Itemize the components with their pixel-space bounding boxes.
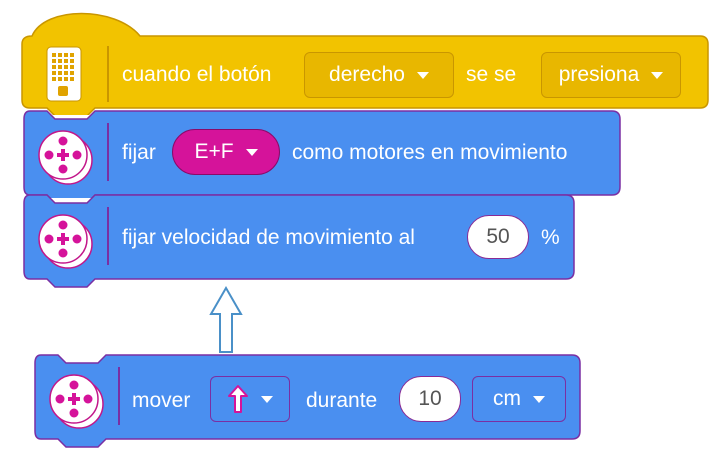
event-connector-text: se se — [466, 63, 517, 86]
arrow-up-outline-icon — [209, 285, 243, 354]
move-block[interactable]: mover durante 10 cm — [0, 352, 721, 452]
set-speed-block[interactable]: fijar velocidad de movimiento al 50 % — [0, 192, 721, 292]
block-separator — [107, 46, 109, 102]
unit-value: cm — [493, 387, 521, 410]
chevron-down-icon — [533, 395, 545, 403]
button-action-dropdown[interactable]: presiona — [541, 52, 681, 98]
motor-pair-icon — [47, 372, 109, 430]
event-block[interactable]: cuando el botón derecho se se presiona — [0, 0, 721, 115]
arrow-up-icon — [227, 384, 249, 414]
speed-value: 50 — [486, 225, 510, 248]
move-label: mover — [132, 389, 191, 412]
for-label: durante — [306, 389, 378, 412]
unit-dropdown[interactable]: cm — [472, 376, 566, 422]
button-action-value: presiona — [558, 63, 640, 86]
motor-pair-icon — [36, 212, 98, 270]
speed-unit: % — [541, 226, 560, 249]
direction-dropdown[interactable] — [210, 376, 290, 422]
set-motors-label: fijar — [122, 141, 156, 164]
chevron-down-icon — [245, 148, 258, 156]
button-side-dropdown[interactable]: derecho — [304, 52, 454, 98]
chevron-down-icon — [416, 71, 429, 79]
chevron-down-icon — [261, 395, 273, 403]
distance-input[interactable]: 10 — [399, 376, 461, 422]
set-speed-label: fijar velocidad de movimiento al — [122, 226, 415, 249]
chevron-down-icon — [651, 71, 664, 79]
motor-pair-icon — [36, 128, 98, 186]
distance-value: 10 — [418, 387, 442, 410]
block-separator — [107, 123, 109, 181]
set-motors-block[interactable]: fijar E+F como motores en movimiento — [0, 108, 721, 198]
block-separator — [118, 367, 120, 425]
motor-ports-value: E+F — [194, 140, 234, 163]
button-side-value: derecho — [329, 63, 405, 86]
set-motors-suffix: como motores en movimiento — [292, 141, 568, 164]
speed-input[interactable]: 50 — [467, 215, 529, 259]
motor-ports-dropdown[interactable]: E+F — [172, 129, 280, 175]
event-label: cuando el botón — [122, 63, 272, 86]
hub-button-icon — [46, 46, 82, 102]
block-separator — [107, 207, 109, 265]
